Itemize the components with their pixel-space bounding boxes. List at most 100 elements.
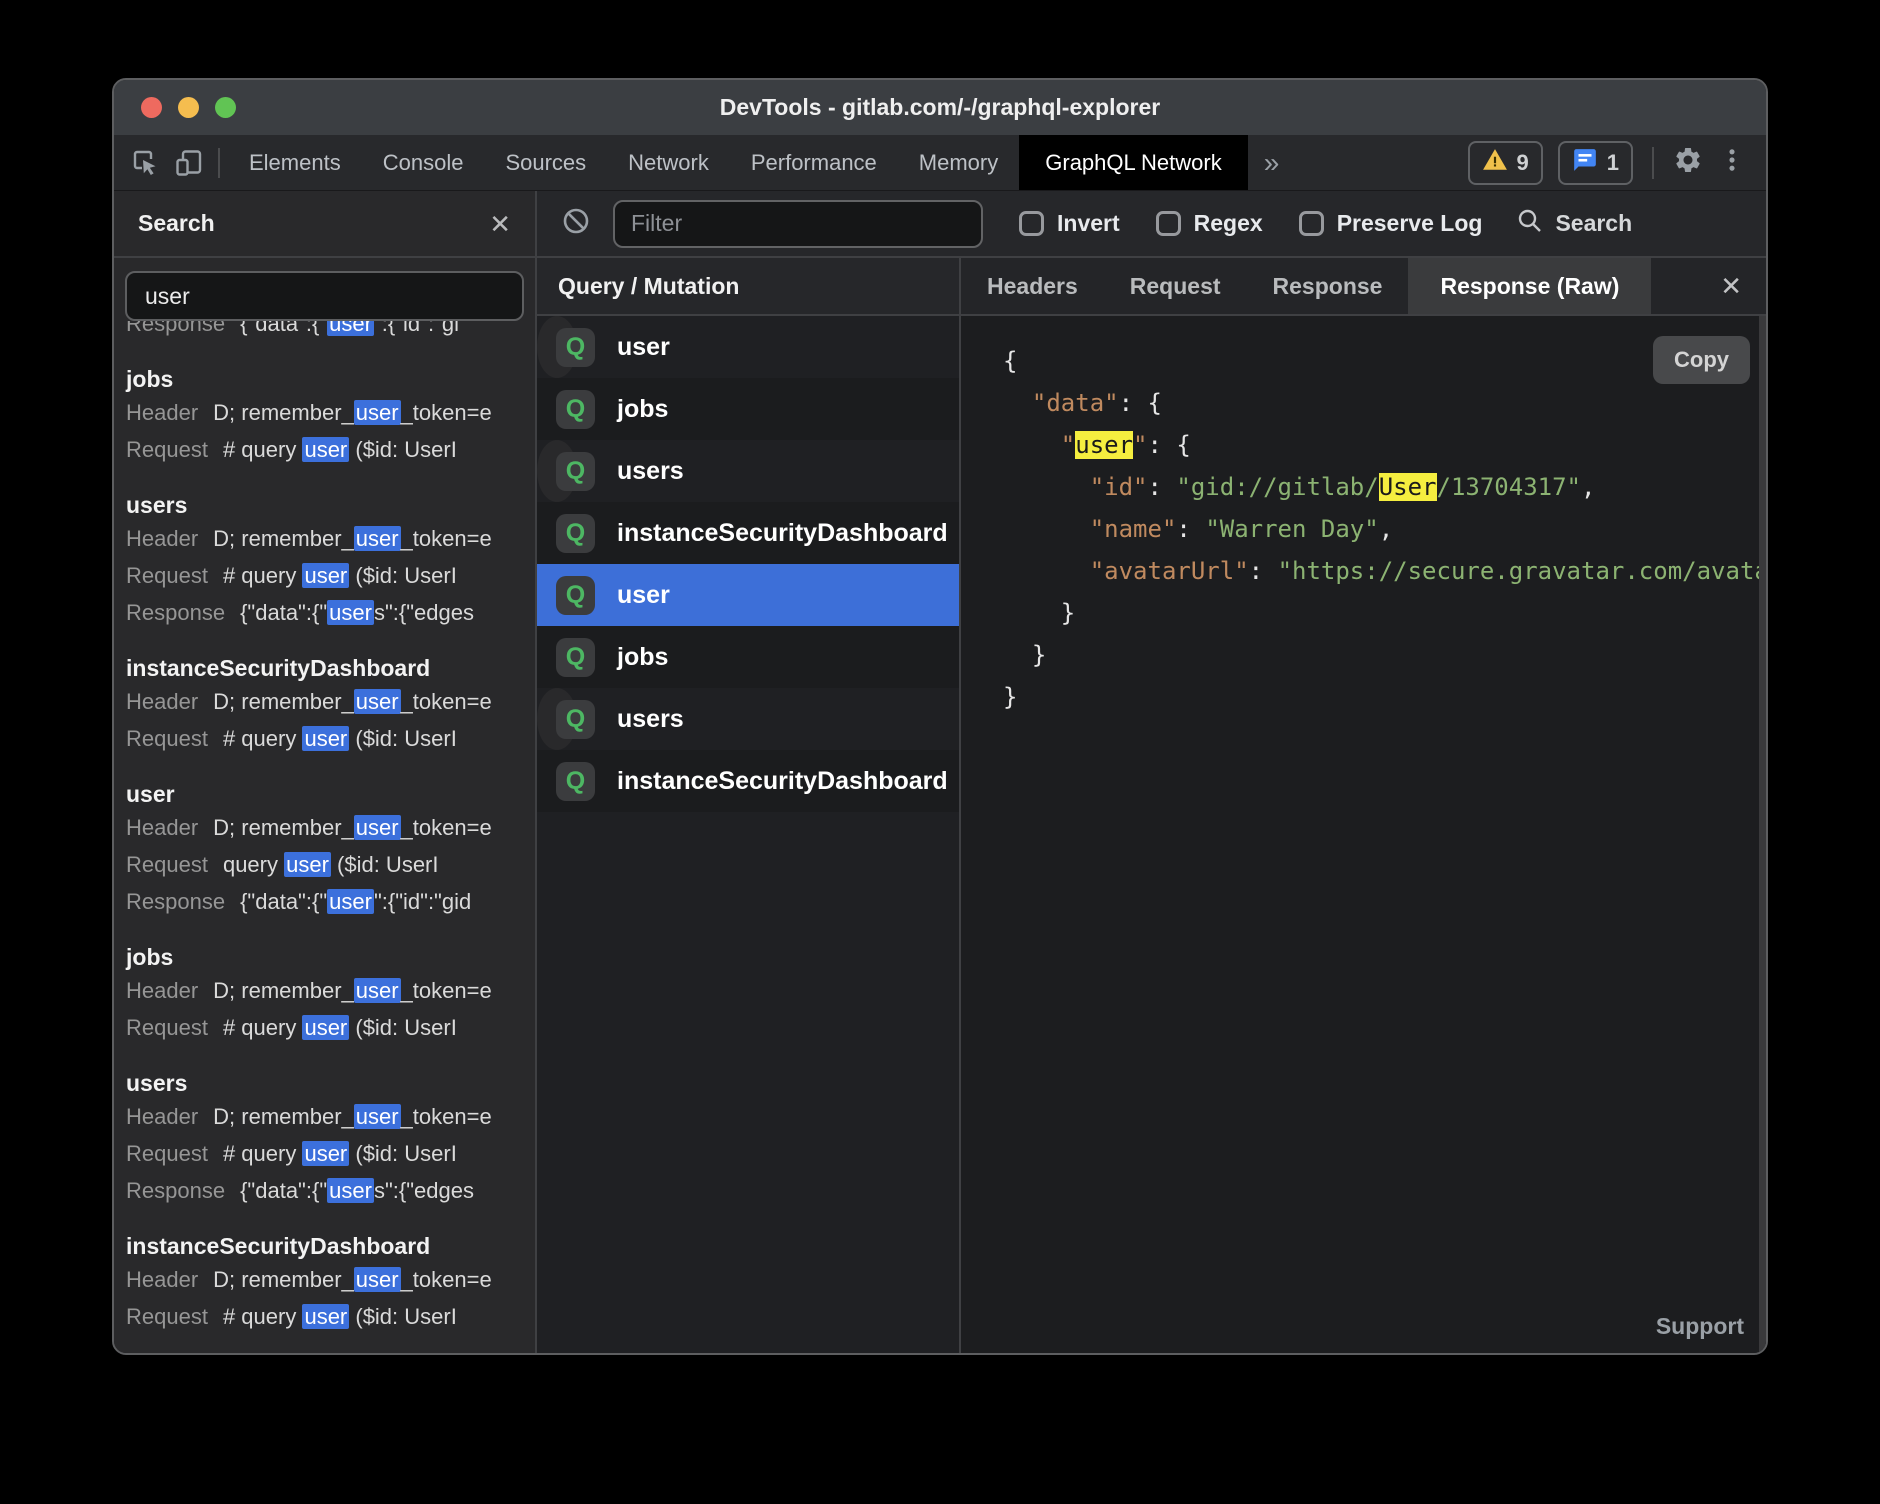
result-line-text: D; remember_ [213, 978, 354, 1003]
query-list-item-jobs[interactable]: Qjobs [537, 378, 959, 440]
tab-network[interactable]: Network [607, 135, 730, 190]
result-line-text: D; remember_ [213, 526, 354, 551]
result-line-text: {"data":{" [240, 889, 327, 914]
result-line-label: Header [126, 815, 198, 840]
close-search-panel-icon[interactable]: ✕ [489, 211, 511, 237]
json-token [1003, 431, 1061, 459]
query-list-item-users[interactable]: Qusers [537, 440, 577, 502]
response-raw-view: { "data": { "user": { "id": "gid://gitla… [961, 316, 1766, 1354]
warnings-badge[interactable]: 9 [1468, 141, 1543, 185]
query-list-item-instancesecuritydashboard[interactable]: QinstanceSecurityDashboard [537, 502, 959, 564]
support-link[interactable]: Support [1656, 1313, 1744, 1340]
response-tab-request[interactable]: Request [1104, 258, 1247, 314]
response-tab-response[interactable]: Response [1247, 258, 1409, 314]
search-result-entry[interactable]: usersHeaderD; remember_user_token=eReque… [126, 490, 535, 631]
query-list-item-user[interactable]: Quser [537, 316, 577, 378]
warning-count: 9 [1517, 150, 1529, 176]
match-highlight: user [302, 437, 349, 462]
search-result-entry[interactable]: userHeaderD; remember_user_token=eReques… [126, 779, 535, 920]
minimize-window-button[interactable] [178, 97, 199, 118]
result-request-line: Request# query user ($id: UserI [126, 1009, 535, 1046]
close-details-icon[interactable]: ✕ [1696, 258, 1766, 314]
result-line-text: # query [223, 437, 303, 462]
device-toolbar-icon[interactable] [174, 148, 204, 178]
tab-console[interactable]: Console [362, 135, 485, 190]
traffic-lights [114, 97, 236, 118]
match-highlight: user [354, 400, 401, 425]
response-panel: HeadersRequestResponseResponse (Raw) ✕ {… [961, 258, 1766, 1354]
invert-checkbox[interactable] [1019, 211, 1044, 236]
search-input[interactable] [131, 283, 518, 310]
query-list-item-user[interactable]: Quser [537, 564, 959, 626]
response-tab-response-raw[interactable]: Response (Raw) [1408, 258, 1651, 314]
more-tabs-icon[interactable]: » [1248, 135, 1296, 190]
result-entry-title: jobs [126, 364, 535, 394]
query-list-item-label: users [617, 705, 684, 734]
query-list-item-label: instanceSecurityDashboard [617, 767, 948, 796]
query-type-icon: Q [556, 638, 595, 677]
json-token: "name" [1090, 515, 1177, 543]
result-line-text: _token=e [401, 689, 492, 714]
invert-checkbox-group: Invert [1019, 210, 1120, 237]
search-result-entry[interactable]: jobsHeaderD; remember_user_token=eReques… [126, 942, 535, 1046]
result-line-text: {"data":{" [240, 321, 327, 336]
tab-performance[interactable]: Performance [730, 135, 898, 190]
query-list-item-label: jobs [617, 395, 668, 424]
result-line-label: Response [126, 889, 225, 914]
search-result-entry[interactable]: jobsHeaderD; remember_user_token=eReques… [126, 364, 535, 468]
json-token [1003, 473, 1090, 501]
match-highlight: user [327, 1178, 374, 1203]
query-list-item-jobs[interactable]: Qjobs [537, 626, 959, 688]
zoom-window-button[interactable] [215, 97, 236, 118]
copy-button[interactable]: Copy [1653, 336, 1750, 384]
response-tabs: HeadersRequestResponseResponse (Raw) [961, 258, 1651, 314]
toolbar-divider [1652, 147, 1654, 179]
clear-requests-icon[interactable] [561, 206, 591, 241]
query-list-item-instancesecuritydashboard[interactable]: QinstanceSecurityDashboard [537, 750, 959, 812]
json-token [1003, 557, 1090, 585]
match-highlight: user [327, 889, 374, 914]
inspect-element-icon[interactable] [130, 148, 160, 178]
close-window-button[interactable] [141, 97, 162, 118]
search-result-entry[interactable]: usersHeaderD; remember_user_token=eReque… [126, 1068, 535, 1209]
toolbar-divider [218, 148, 220, 178]
preserve-log-checkbox-group: Preserve Log [1299, 210, 1483, 237]
result-entry-title: users [126, 1068, 535, 1098]
json-token: { [1003, 347, 1017, 375]
search-result-entry[interactable]: instanceSecurityDashboardHeaderD; rememb… [126, 653, 535, 757]
result-line-label: Header [126, 526, 198, 551]
search-toggle[interactable]: Search [1516, 207, 1632, 240]
result-header-line: HeaderD; remember_user_token=e [126, 394, 535, 431]
result-line-text: D; remember_ [213, 1104, 354, 1129]
tab-graphql-network[interactable]: GraphQL Network [1019, 135, 1247, 190]
query-list-item-label: jobs [617, 643, 668, 672]
messages-badge[interactable]: 1 [1558, 141, 1633, 185]
search-result-entry[interactable]: instanceSecurityDashboardHeaderD; rememb… [126, 1231, 535, 1335]
result-line-label: Request [126, 1141, 208, 1166]
kebab-menu-icon[interactable] [1718, 146, 1746, 179]
result-request-line: Requestquery user ($id: UserI [126, 846, 535, 883]
result-line-label: Header [126, 400, 198, 425]
match-highlight: user [302, 1141, 349, 1166]
json-token: : [1176, 515, 1205, 543]
json-token: : [1249, 557, 1278, 585]
query-list-item-users[interactable]: Qusers [537, 688, 577, 750]
preserve-log-checkbox[interactable] [1299, 211, 1324, 236]
response-tab-headers[interactable]: Headers [961, 258, 1104, 314]
tab-sources[interactable]: Sources [484, 135, 607, 190]
settings-gear-icon[interactable] [1673, 145, 1703, 180]
devtools-toolbar: ElementsConsoleSourcesNetworkPerformance… [114, 135, 1766, 191]
filter-input[interactable] [615, 210, 981, 237]
json-token: /13704317" [1437, 473, 1582, 501]
match-highlight: user [284, 852, 331, 877]
result-line-text: # query [223, 563, 303, 588]
tab-elements[interactable]: Elements [228, 135, 362, 190]
match-highlight: user [1075, 431, 1133, 459]
regex-checkbox[interactable] [1156, 211, 1181, 236]
scrollbar[interactable] [1759, 316, 1766, 1354]
tab-memory[interactable]: Memory [898, 135, 1019, 190]
result-line-text: ($id: UserI [349, 563, 457, 588]
json-token: "id" [1090, 473, 1148, 501]
match-highlight: user [302, 726, 349, 751]
match-highlight: user [354, 1104, 401, 1129]
